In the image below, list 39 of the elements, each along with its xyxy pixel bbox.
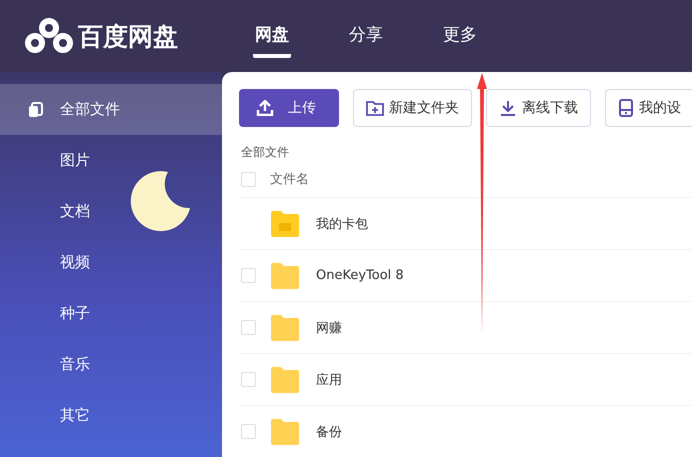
folder-icon (270, 418, 300, 444)
sidebar-item[interactable]: 其它 (0, 390, 222, 441)
toolbar-button[interactable]: 离线下载 (486, 89, 591, 127)
toolbar-button[interactable]: 我的设 (605, 89, 692, 127)
device-icon (618, 99, 634, 117)
sidebar-item[interactable]: 文档 (0, 186, 222, 237)
sidebar-item[interactable]: 全部文件 (0, 84, 222, 135)
column-header: 文件名 (270, 171, 309, 188)
file-name[interactable]: 备份 (316, 422, 342, 440)
file-name[interactable]: OneKeyTool 8 (316, 268, 404, 283)
sidebar-item[interactable]: 音乐 (0, 339, 222, 390)
folder-plus-icon (366, 100, 384, 116)
moon-icon (128, 168, 192, 232)
select-all-checkbox[interactable] (241, 172, 256, 186)
file-name[interactable]: 我的卡包 (316, 214, 368, 232)
sidebar-item[interactable]: 种子 (0, 288, 222, 339)
folder-icon (270, 366, 300, 392)
row-checkbox[interactable] (241, 268, 256, 283)
cloud-logo-icon (24, 18, 74, 54)
breadcrumb: 全部文件 (241, 144, 290, 161)
row-checkbox[interactable] (241, 372, 256, 387)
card-folder-icon (270, 210, 300, 236)
toolbar-button[interactable]: 新建文件夹 (353, 89, 472, 127)
row-checkbox[interactable] (241, 320, 256, 335)
row-checkbox[interactable] (241, 424, 256, 439)
file-name[interactable]: 应用 (316, 370, 342, 388)
sidebar-item[interactable]: 视频 (0, 237, 222, 288)
sidebar-item[interactable]: 图片 (0, 135, 222, 186)
nav-tab[interactable]: 更多 (441, 14, 479, 58)
app-logo-text: 百度网盘 (78, 20, 178, 52)
folder-icon (270, 262, 300, 288)
nav-tab[interactable]: 分享 (347, 14, 385, 58)
files-icon (28, 102, 44, 118)
toolbar-button[interactable]: 上传 (239, 89, 339, 127)
folder-icon (270, 314, 300, 340)
upload-icon (256, 100, 274, 116)
file-name[interactable]: 网赚 (316, 318, 342, 336)
download-icon (499, 100, 517, 116)
nav-tab[interactable]: 网盘 (253, 14, 291, 58)
